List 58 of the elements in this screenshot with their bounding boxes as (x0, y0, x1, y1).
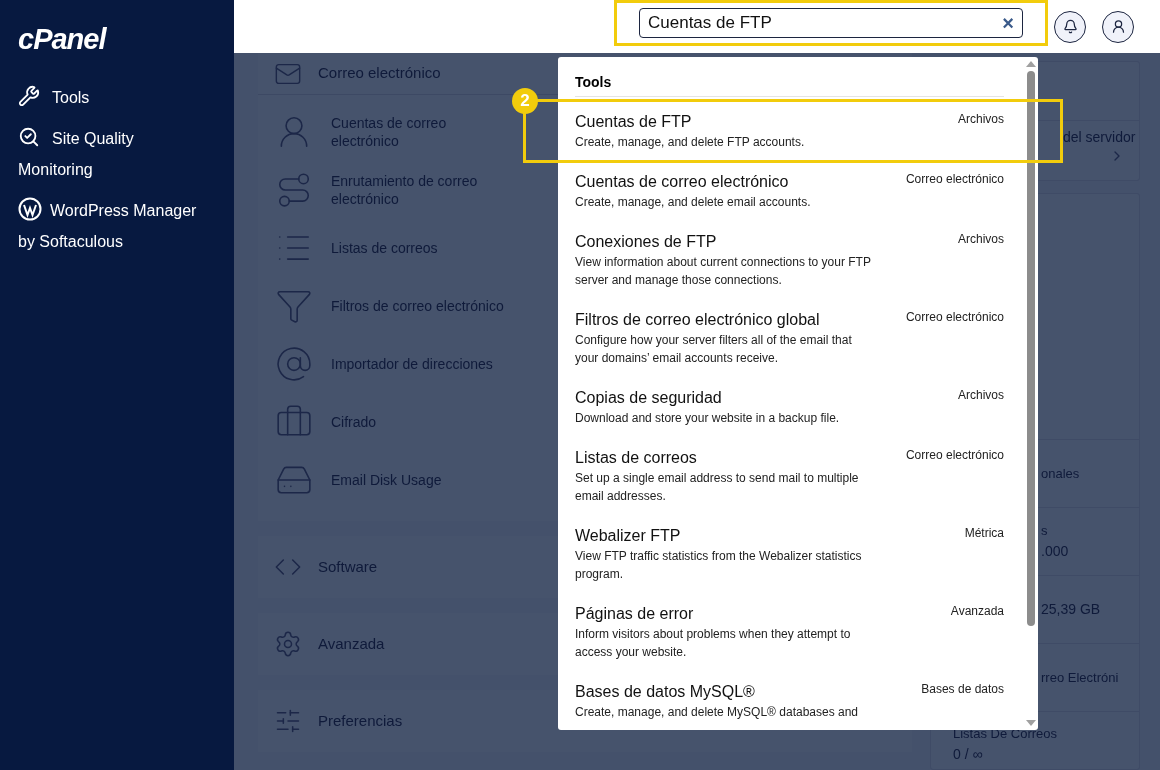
result-title: Bases de datos MySQL® (575, 682, 756, 702)
result-category: Correo electrónico (905, 171, 1004, 188)
notifications-button[interactable] (1054, 10, 1086, 43)
result-category: Métrica (964, 525, 1004, 542)
user-button[interactable] (1102, 10, 1134, 43)
result-category: Archivos (958, 387, 1004, 404)
result-category: Correo electrónico (905, 447, 1004, 464)
result-title: Páginas de error (575, 604, 695, 624)
result-description: Create, manage, and delete email accounts. (575, 194, 811, 211)
bell-icon (1062, 19, 1078, 34)
result-description: Set up a single email address to send mail to multiple email addresses. (575, 470, 860, 505)
wordpress-icon (18, 197, 42, 221)
result-category: Correo electrónico (905, 309, 1004, 326)
sidebar-item[interactable]: Tools (18, 82, 203, 113)
cpanel-logo[interactable]: cPanel (18, 22, 216, 56)
sliders-icon (274, 707, 302, 735)
search-result-item[interactable]: Cuentas de FTP Create, manage, and delete FTP accounts. Archivos (575, 101, 1004, 161)
search-result-item[interactable]: Bases de datos MySQL® Create, manage, and delete MySQL® databases and Bases de datos (575, 671, 1004, 730)
result-description: Create, manage, and delete MySQL® databases and (575, 704, 859, 721)
search-field[interactable]: Cuentas de FTP × (639, 8, 1023, 38)
result-title: Webalizer FTP (575, 526, 682, 546)
search-result-item[interactable]: Páginas de error Inform visitors about problems when they attempt to access your website. Avanzada (575, 593, 1004, 671)
tools-icon (18, 85, 40, 107)
search-result-item[interactable]: Cuentas de correo electrónico Create, manage, and delete email accounts. Correo electrónico (575, 161, 1004, 221)
stat-value: 25,39 GB (1041, 600, 1102, 619)
result-category: Avanzada (950, 603, 1004, 620)
search-result-item[interactable]: Conexiones de FTP View information about current connections to your FTP server and manage those connections. Archivos (575, 221, 1004, 299)
result-category: Archivos (958, 231, 1004, 248)
stat-label: onales (1041, 464, 1081, 483)
result-category: Bases de datos (921, 681, 1004, 698)
result-category: Archivos (958, 111, 1004, 128)
result-title: Cuentas de correo electrónico (575, 172, 790, 192)
search-result-item[interactable]: Webalizer FTP View FTP traffic statistics from the Webalizer statistics program. Métrica (575, 515, 1004, 593)
gear-icon (274, 630, 302, 658)
clear-button[interactable]: × (1002, 13, 1014, 33)
stat-value: .000 (1041, 541, 1070, 561)
results-heading: Tools (575, 57, 1004, 97)
result-description: View information about current connections to your FTP server and manage those connections. (575, 254, 872, 289)
at-sign-icon (275, 345, 313, 383)
search-result-item[interactable]: Filtros de correo electrónico global Configure how your server filters all of the email that your domains’ email accounts receive. Correo electrónico (575, 299, 1004, 377)
result-description: Inform visitors about problems when they attempt to access your website. (575, 626, 852, 661)
result-description: Download and store your website in a backup file. (575, 410, 840, 427)
result-description: Configure how your server filters all of the email that your domains’ email accounts receive. (575, 332, 853, 367)
search-result-item[interactable]: Copias de seguridad Download and store your website in a backup file. Archivos (575, 377, 1004, 437)
magnifier-check-icon (18, 126, 40, 148)
sidebar-item[interactable]: Site Quality Monitoring (18, 123, 203, 185)
result-title: Cuentas de FTP (575, 112, 693, 132)
stat-value: 0 / ∞ (953, 744, 984, 764)
result-title: Conexiones de FTP (575, 232, 718, 252)
stat-label: rreo Electróni (1041, 668, 1120, 687)
user-icon (1110, 19, 1126, 34)
search-result-item[interactable]: Listas de correos Set up a single email address to send mail to multiple email addresses. Correo electrónico (575, 437, 1004, 515)
result-description: Create, manage, and delete FTP accounts. (575, 134, 805, 151)
result-description: View FTP traffic statistics from the Webalizer statistics program. (575, 548, 863, 583)
result-title: Listas de correos (575, 448, 698, 468)
sidebar-item[interactable]: WordPress Manager by Softaculous (18, 195, 203, 257)
result-title: Filtros de correo electrónico global (575, 310, 821, 330)
result-title: Copias de seguridad (575, 388, 723, 408)
